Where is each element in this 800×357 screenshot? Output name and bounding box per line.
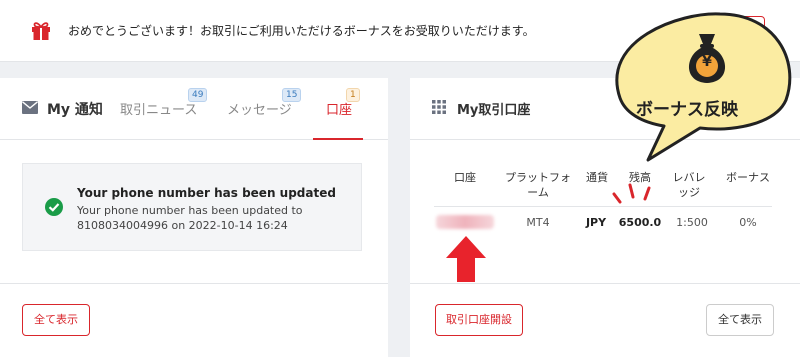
- open-trading-account-button[interactable]: 取引口座開設: [435, 304, 523, 336]
- account-number-redacted[interactable]: [436, 215, 494, 229]
- panel-divider: [410, 283, 800, 284]
- cell-leverage: 1:500: [676, 216, 708, 229]
- table-header-divider: [434, 206, 772, 207]
- mail-icon: [22, 101, 38, 114]
- cell-currency: JPY: [585, 216, 607, 229]
- column-header-account: 口座: [454, 171, 476, 184]
- column-header-bonus: ボーナス: [726, 171, 770, 184]
- column-header-balance: 残高: [629, 171, 651, 184]
- notification-title: Your phone number has been updated: [77, 186, 336, 200]
- active-tab-indicator: [313, 138, 363, 140]
- tab-messages-badge: 15: [282, 88, 302, 102]
- tab-account-badge: 1: [346, 88, 360, 102]
- accounts-title: My取引口座: [457, 103, 531, 118]
- banner-action-button[interactable]: [745, 16, 765, 44]
- gift-icon: [32, 22, 50, 40]
- column-header-currency: 通貨: [586, 171, 608, 184]
- notifications-panel: My 通知 取引ニュース 49 メッセージ 15 口座 1 Your phone…: [0, 78, 388, 357]
- bonus-banner: おめでとうございます！お取引にご利用いただけるボーナスをお受取りいただけます。: [0, 0, 800, 62]
- tab-messages[interactable]: メッセージ: [227, 99, 292, 118]
- yen-symbol: ¥: [702, 54, 712, 70]
- notification-card: Your phone number has been updated Your …: [22, 163, 362, 251]
- notification-body: Your phone number has been updated to 81…: [77, 204, 303, 232]
- show-all-notifications-button[interactable]: 全て表示: [22, 304, 90, 336]
- tab-trading-news[interactable]: 取引ニュース: [120, 99, 197, 118]
- accounts-header: My取引口座: [410, 78, 800, 140]
- check-circle-icon: [45, 198, 63, 216]
- banner-message: おめでとうございます！お取引にご利用いただけるボーナスをお受取りいただけます。: [68, 24, 535, 38]
- panel-divider: [0, 283, 388, 284]
- tab-trading-news-badge: 49: [188, 88, 208, 102]
- column-header-platform: プラットフォーム: [505, 171, 571, 199]
- cell-platform: MT4: [526, 216, 550, 229]
- cell-bonus: 0%: [739, 216, 757, 229]
- cell-balance: 6500.0: [618, 216, 662, 229]
- column-header-leverage: レバレッジ: [672, 171, 706, 199]
- notifications-title: My 通知: [47, 102, 103, 118]
- grid-icon: [432, 100, 446, 114]
- show-all-accounts-button[interactable]: 全て表示: [706, 304, 774, 336]
- notification-tabs: My 通知 取引ニュース 49 メッセージ 15 口座 1: [0, 78, 388, 140]
